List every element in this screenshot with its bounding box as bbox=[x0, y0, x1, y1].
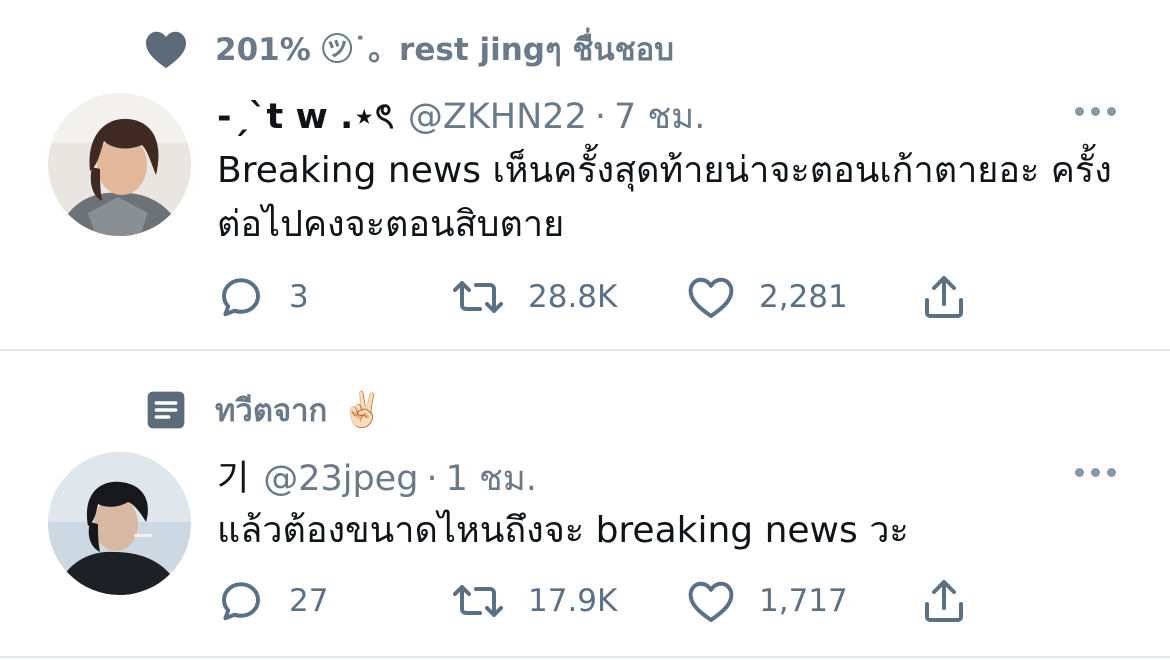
retweet-button[interactable]: 28.8K bbox=[452, 272, 617, 322]
like-button[interactable]: 1,717 bbox=[687, 576, 848, 626]
avatar[interactable] bbox=[48, 93, 191, 236]
timestamp[interactable]: 1 ชม. bbox=[446, 451, 537, 506]
display-name[interactable]: -ˏˋt w .⋆ৎ bbox=[217, 89, 394, 148]
retweet-count: 28.8K bbox=[528, 279, 618, 315]
heart-icon bbox=[143, 26, 189, 72]
heart-outline-icon bbox=[687, 274, 735, 320]
user-handle[interactable]: @23jpeg bbox=[263, 459, 418, 499]
reply-icon bbox=[217, 577, 265, 625]
separator-dot: · bbox=[594, 97, 606, 137]
avatar[interactable] bbox=[48, 452, 191, 595]
social-context: 201% ㋡˙。rest jingๆ ชื่นชอบ bbox=[143, 24, 674, 74]
separator-dot: · bbox=[426, 459, 438, 499]
reply-button[interactable]: 27 bbox=[217, 576, 328, 626]
context-text[interactable]: 201% ㋡˙。rest jingๆ ชื่นชอบ bbox=[215, 24, 674, 74]
victory-hand-emoji: ✌🏻 bbox=[341, 390, 384, 430]
like-count: 2,281 bbox=[759, 279, 848, 315]
tweet-divider bbox=[0, 349, 1170, 351]
document-icon bbox=[143, 387, 189, 433]
like-button[interactable]: 2,281 bbox=[687, 272, 848, 322]
retweet-icon bbox=[452, 577, 504, 625]
display-name[interactable]: 기 bbox=[217, 450, 249, 501]
reply-count: 27 bbox=[289, 583, 329, 619]
like-count: 1,717 bbox=[759, 583, 848, 619]
tweet-actions: 27 17.9K 1,717 bbox=[217, 576, 977, 626]
share-button[interactable] bbox=[920, 576, 968, 626]
retweet-count: 17.9K bbox=[528, 583, 618, 619]
heart-outline-icon bbox=[687, 578, 735, 624]
more-options-icon[interactable] bbox=[1075, 468, 1116, 477]
reply-button[interactable]: 3 bbox=[217, 272, 309, 322]
tweet-text: แล้วต้องขนาดไหนถึงจะ breaking news วะ bbox=[217, 510, 909, 551]
timeline: 201% ㋡˙。rest jingๆ ชื่นชอบ -ˏˋt w .⋆ৎ @Z… bbox=[0, 0, 1170, 660]
tweet-header: -ˏˋt w .⋆ৎ @ZKHN22 · 7 ชม. bbox=[217, 89, 705, 148]
reply-icon bbox=[217, 273, 265, 321]
retweet-icon bbox=[452, 273, 504, 321]
tweet[interactable]: 201% ㋡˙。rest jingๆ ชื่นชอบ -ˏˋt w .⋆ৎ @Z… bbox=[0, 0, 1170, 350]
tweet[interactable]: ทวีตจาก ✌🏻 기 @23jpeg · 1 ชม. แล้วต้องขนา… bbox=[0, 352, 1170, 660]
share-icon bbox=[920, 272, 968, 322]
tweet-header: 기 @23jpeg · 1 ชม. bbox=[217, 450, 537, 506]
timestamp[interactable]: 7 ชม. bbox=[614, 89, 705, 144]
share-icon bbox=[920, 576, 968, 626]
retweet-button[interactable]: 17.9K bbox=[452, 576, 617, 626]
more-options-icon[interactable] bbox=[1075, 107, 1116, 116]
reply-count: 3 bbox=[289, 279, 309, 315]
tweet-text: Breaking news เห็นครั้งสุดท้ายน่าจะตอนเก… bbox=[217, 150, 1112, 245]
tweet-actions: 3 28.8K 2,281 bbox=[217, 272, 977, 322]
share-button[interactable] bbox=[920, 272, 968, 322]
context-text[interactable]: ทวีตจาก bbox=[215, 385, 327, 435]
social-context: ทวีตจาก ✌🏻 bbox=[143, 385, 384, 435]
user-handle[interactable]: @ZKHN22 bbox=[408, 97, 587, 137]
tweet-divider bbox=[0, 656, 1170, 658]
